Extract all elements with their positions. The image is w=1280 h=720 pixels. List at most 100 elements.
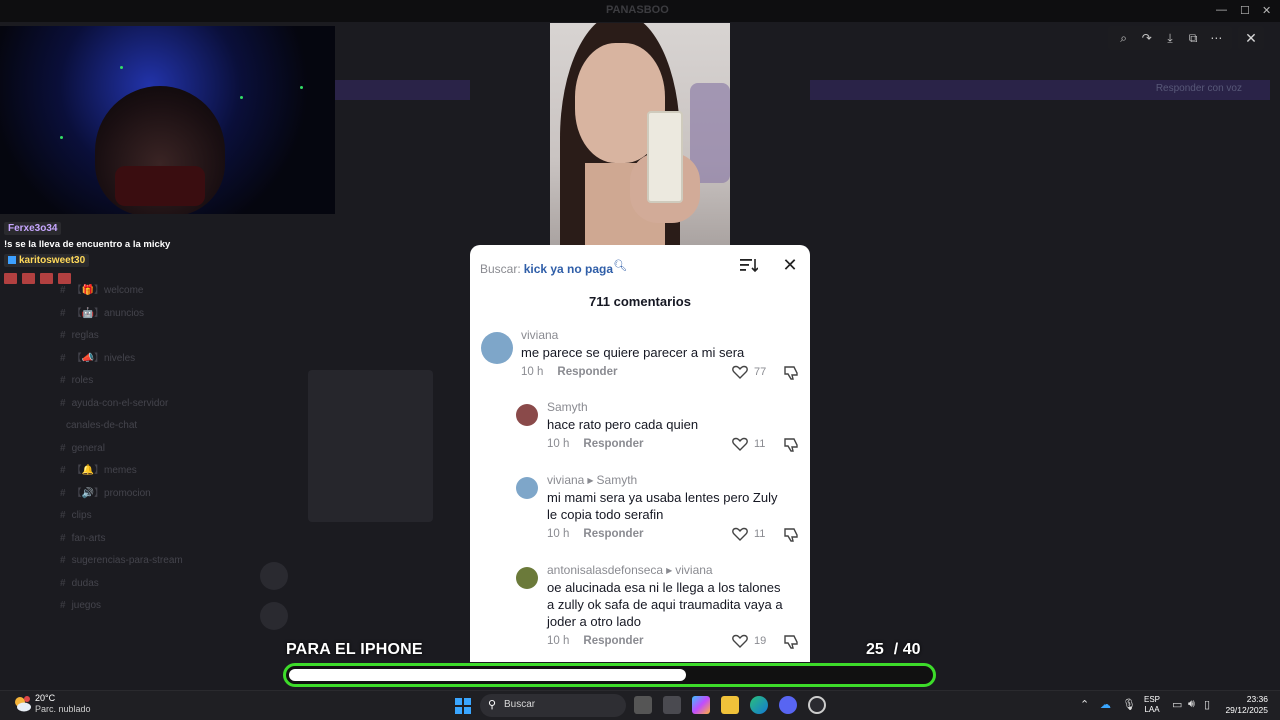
background-avatar bbox=[260, 562, 288, 590]
hash-icon: # bbox=[60, 307, 66, 319]
comment-meta: 10 h Responder bbox=[547, 528, 643, 540]
weather-widget[interactable]: 20°C Parc. nublado bbox=[12, 693, 91, 714]
background-channel-item[interactable]: # 【🔔】memes bbox=[0, 460, 250, 483]
comment-author[interactable]: antonisalasdefonseca bbox=[547, 563, 663, 577]
comment-username[interactable]: viviana ▶ Samyth bbox=[547, 473, 637, 487]
dislike-icon[interactable] bbox=[783, 365, 799, 381]
comment-text: mi mami sera ya usaba lentes pero Zuly bbox=[547, 490, 778, 505]
reply-to-user[interactable]: Samyth bbox=[597, 473, 638, 487]
copilot-icon[interactable] bbox=[692, 696, 710, 714]
comment-author[interactable]: Samyth bbox=[547, 400, 588, 414]
heart-icon[interactable] bbox=[732, 365, 748, 379]
like-count: 19 bbox=[754, 635, 767, 647]
zoom-icon[interactable]: ⌕ bbox=[1115, 31, 1133, 46]
language-indicator[interactable]: ESP LAA bbox=[1144, 695, 1160, 715]
hash-icon: # bbox=[60, 510, 66, 521]
background-channel-item[interactable]: # roles bbox=[0, 370, 250, 393]
background-channel-item[interactable]: # dudas bbox=[0, 573, 250, 596]
chat-emotes bbox=[4, 271, 324, 289]
background-channel-item[interactable]: # fan-arts bbox=[0, 528, 250, 551]
microphone-icon[interactable]: 🎙︎ bbox=[1122, 698, 1136, 711]
chevron-up-icon[interactable]: ⌃ bbox=[1080, 698, 1089, 711]
search-icon[interactable]: 🔍︎ bbox=[613, 260, 627, 272]
search-icon: ⚲ bbox=[488, 699, 497, 711]
avatar[interactable] bbox=[516, 567, 538, 589]
store-icon[interactable] bbox=[663, 696, 681, 714]
progress-fill bbox=[289, 669, 686, 681]
taskbar-search[interactable]: ⚲ Buscar bbox=[480, 694, 626, 717]
background-channel-label: fan-arts bbox=[71, 532, 106, 544]
discord-icon[interactable] bbox=[779, 696, 797, 714]
heart-icon[interactable] bbox=[732, 634, 748, 648]
background-channel-item[interactable]: canales-de-chat bbox=[0, 415, 250, 438]
background-channel-item[interactable]: # 【📣】niveles bbox=[0, 348, 250, 371]
hash-icon: # bbox=[60, 397, 66, 409]
comment-search[interactable]: Buscar: kick ya no paga🔍︎ bbox=[480, 259, 627, 276]
avatar[interactable] bbox=[481, 332, 513, 364]
more-icon[interactable]: ⋯ bbox=[1207, 31, 1225, 45]
language-code: ESP bbox=[1144, 695, 1161, 704]
avatar[interactable] bbox=[516, 477, 538, 499]
obs-icon[interactable] bbox=[808, 696, 826, 714]
heart-icon[interactable] bbox=[732, 437, 748, 451]
maximize-icon[interactable]: ☐ bbox=[1240, 4, 1250, 17]
background-channel-item[interactable]: # ayuda-con-el-servidor bbox=[0, 393, 250, 416]
sort-icon[interactable] bbox=[740, 257, 758, 273]
volume-icon[interactable]: 🔊︎ bbox=[1188, 698, 1195, 711]
comment-username[interactable]: viviana bbox=[521, 328, 558, 342]
background-channel-item[interactable]: # reglas bbox=[0, 325, 250, 348]
comment-username[interactable]: antonisalasdefonseca ▶ viviana bbox=[547, 563, 713, 577]
background-channel-item[interactable]: # general bbox=[0, 438, 250, 461]
reply-button[interactable]: Responder bbox=[557, 366, 617, 378]
comment-meta: 10 h Responder bbox=[547, 438, 643, 450]
dislike-icon[interactable] bbox=[783, 527, 799, 543]
comment-author[interactable]: viviana bbox=[521, 328, 558, 342]
like-button[interactable]: 11 bbox=[732, 437, 765, 451]
open-external-icon[interactable]: ⧉ bbox=[1184, 31, 1202, 46]
video-caption: PARA EL IPHONE bbox=[286, 641, 423, 658]
start-button[interactable] bbox=[455, 698, 471, 714]
like-button[interactable]: 77 bbox=[732, 365, 766, 379]
dislike-icon[interactable] bbox=[783, 634, 799, 650]
minimize-icon[interactable]: — bbox=[1216, 4, 1227, 16]
dislike-icon[interactable] bbox=[783, 437, 799, 453]
network-icon[interactable]: ▭ bbox=[1172, 698, 1182, 711]
reply-button[interactable]: Responder bbox=[583, 528, 643, 540]
emote-icon bbox=[4, 273, 17, 284]
heart-icon[interactable] bbox=[732, 527, 748, 541]
comment-username[interactable]: Samyth bbox=[547, 400, 588, 414]
search-label: Buscar: bbox=[480, 262, 521, 276]
reply-to-user[interactable]: viviana bbox=[675, 563, 712, 577]
onedrive-icon[interactable]: ☁ bbox=[1100, 698, 1111, 711]
search-term[interactable]: kick ya no paga bbox=[524, 262, 613, 276]
background-channel-label: canales-de-chat bbox=[66, 420, 138, 431]
like-button[interactable]: 19 bbox=[732, 634, 766, 648]
video-frame[interactable] bbox=[550, 23, 730, 253]
background-channel-item[interactable]: # sugerencias-para-stream bbox=[0, 550, 250, 573]
comment-author[interactable]: viviana bbox=[547, 473, 584, 487]
like-button[interactable]: 11 bbox=[732, 527, 765, 541]
share-icon[interactable]: ↷ bbox=[1138, 31, 1156, 45]
like-count: 11 bbox=[754, 438, 766, 450]
reply-button[interactable]: Responder bbox=[583, 635, 643, 647]
task-view-icon[interactable] bbox=[634, 696, 652, 714]
background-channel-item[interactable]: # 【🤖】anuncios bbox=[0, 303, 250, 326]
viewer-close-button[interactable]: ✕ bbox=[1238, 26, 1264, 50]
clock-time: 23:36 bbox=[1246, 694, 1268, 704]
clock[interactable]: 23:36 29/12/2025 bbox=[1224, 694, 1268, 716]
close-comments-icon[interactable]: ✕ bbox=[782, 256, 798, 274]
file-explorer-icon[interactable] bbox=[721, 696, 739, 714]
hash-icon: # bbox=[60, 600, 66, 611]
background-channel-item[interactable]: # juegos bbox=[0, 595, 250, 618]
edge-browser-icon[interactable] bbox=[750, 696, 768, 714]
battery-icon[interactable]: ▯ bbox=[1204, 698, 1210, 711]
background-channel-label: roles bbox=[71, 375, 94, 386]
avatar[interactable] bbox=[516, 404, 538, 426]
webcam-mask bbox=[115, 166, 205, 206]
download-icon[interactable]: ⤓ bbox=[1161, 31, 1179, 46]
reply-button[interactable]: Responder bbox=[583, 438, 643, 450]
close-window-icon[interactable]: ✕ bbox=[1262, 4, 1271, 17]
background-channel-item[interactable]: # 【🔊】promocion bbox=[0, 483, 250, 506]
background-channel-item[interactable]: # clips bbox=[0, 505, 250, 528]
windows-taskbar: 20°C Parc. nublado ⚲ Buscar ⌃ ☁ 🎙︎ ESP LA… bbox=[0, 690, 1280, 720]
